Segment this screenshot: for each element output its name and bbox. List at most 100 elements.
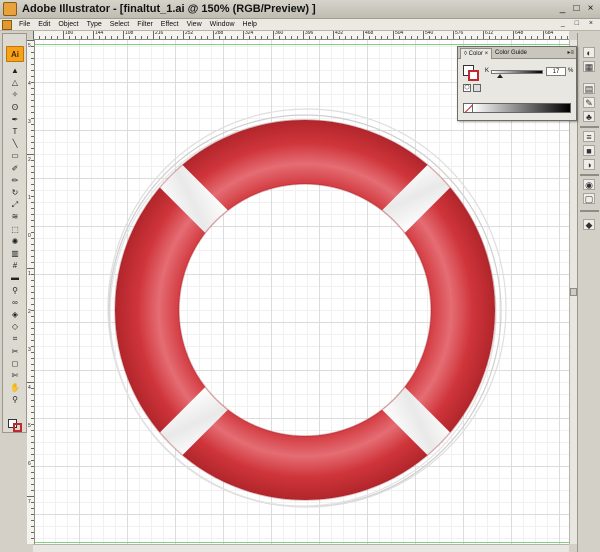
stroke-swatch[interactable] — [468, 70, 479, 81]
document-icon[interactable] — [2, 19, 12, 30]
appearance-icon[interactable]: ◉ — [583, 179, 595, 190]
lasso-tool-icon[interactable]: ʘ — [10, 103, 20, 113]
ruler-tick — [31, 70, 34, 71]
warp-tool-icon[interactable]: ≋ — [10, 212, 20, 222]
ruler-tick — [31, 352, 34, 353]
rectangle-tool-icon[interactable]: ▭ — [10, 151, 20, 161]
menu-bar: File Edit Object Type Select Filter Effe… — [0, 19, 600, 31]
ruler-label: 1 — [28, 271, 31, 277]
ruler-label: 612 — [485, 31, 494, 36]
live-paint-tool-icon[interactable]: ◈ — [10, 310, 20, 320]
ruler-tick — [195, 36, 196, 39]
ruler-label: 5 — [28, 423, 31, 429]
gradient-icon[interactable]: ■ — [583, 145, 595, 156]
ruler-tick — [459, 36, 460, 39]
ruler-tick — [447, 36, 448, 39]
ruler-tick — [531, 36, 532, 39]
ruler-label: 108 — [125, 31, 134, 36]
menu-file[interactable]: File — [15, 21, 34, 28]
color-spectrum-ramp[interactable] — [463, 103, 571, 113]
live-paint-selection-tool-icon[interactable]: ◇ — [10, 322, 20, 332]
ruler-tick — [31, 136, 34, 137]
crop-tool-icon[interactable]: ⌗ — [10, 334, 20, 344]
minimize-button[interactable]: _ — [556, 3, 569, 15]
scissors-tool-icon[interactable]: ✄ — [10, 371, 20, 381]
ruler-tick — [297, 36, 298, 39]
none-swatch[interactable] — [463, 103, 473, 113]
magic-wand-tool-icon[interactable]: ✧ — [10, 90, 20, 100]
slice-tool-icon[interactable]: ✂ — [10, 347, 20, 357]
type-tool-icon[interactable]: T — [10, 127, 20, 137]
column-graph-tool-icon[interactable]: ▥ — [10, 249, 20, 259]
ruler-tick — [417, 36, 418, 39]
blend-tool-icon[interactable]: ∞ — [10, 298, 20, 308]
free-transform-tool-icon[interactable]: ⬚ — [10, 225, 20, 235]
scale-tool-icon[interactable]: ⤢ — [10, 200, 20, 210]
ruler-tick — [87, 36, 88, 39]
ruler-tick — [201, 36, 202, 39]
line-tool-icon[interactable]: ╲ — [10, 139, 20, 149]
menu-effect[interactable]: Effect — [157, 21, 183, 28]
out-of-gamut-icon[interactable]: ⬡ — [463, 84, 471, 92]
transparency-icon[interactable]: ◑ — [583, 159, 595, 170]
menu-view[interactable]: View — [183, 21, 206, 28]
menu-select[interactable]: Select — [106, 21, 133, 28]
layers-icon[interactable]: ◆ — [583, 219, 595, 230]
menu-filter[interactable]: Filter — [133, 21, 157, 28]
ruler-tick — [31, 100, 34, 101]
ruler-tick — [31, 376, 34, 377]
web-safe-icon[interactable] — [473, 84, 481, 92]
k-value-field[interactable]: 17 — [546, 67, 566, 76]
graphic-styles-icon[interactable]: ▢ — [583, 193, 595, 204]
menu-window[interactable]: Window — [206, 21, 239, 28]
ruler-tick — [31, 184, 34, 185]
ruler-tick — [31, 190, 34, 191]
color-panel-icon[interactable]: ◐ — [583, 47, 595, 58]
color-guide-icon[interactable]: ▦ — [583, 61, 595, 72]
tab-color-guide[interactable]: Color Guide — [492, 48, 530, 59]
hand-tool-icon[interactable]: ✋ — [10, 383, 20, 393]
paintbrush-tool-icon[interactable]: ✐ — [10, 164, 20, 174]
menu-help[interactable]: Help — [239, 21, 261, 28]
ruler-tick — [471, 36, 472, 39]
ruler-tick — [39, 36, 40, 39]
tab-color[interactable]: ◊ Color × — [460, 48, 493, 59]
pencil-tool-icon[interactable]: ✏ — [10, 176, 20, 186]
ruler-tick — [255, 36, 256, 39]
k-slider-knob[interactable] — [496, 74, 503, 78]
ruler-tick — [441, 36, 442, 39]
vertical-ruler[interactable]: 5 4 3 2 1 0 1 2 3 4 5 6 7 — [27, 40, 35, 544]
horizontal-scrollbar[interactable] — [33, 544, 569, 552]
pen-tool-icon[interactable]: ✒ — [10, 115, 20, 125]
symbols-icon[interactable]: ♣ — [583, 111, 595, 122]
ruler-tick — [423, 31, 424, 39]
ruler-tick — [31, 346, 34, 347]
ruler-tick — [31, 172, 34, 173]
close-button[interactable]: × — [584, 3, 597, 15]
vertical-scroll-thumb[interactable] — [570, 288, 577, 296]
ruler-tick — [507, 36, 508, 39]
panel-menu-icon[interactable]: ▸≡ — [567, 49, 574, 56]
swatches-icon[interactable]: ▤ — [583, 83, 595, 94]
direct-selection-tool-icon[interactable]: △ — [10, 78, 20, 88]
selection-tool-icon[interactable]: ▲ — [10, 66, 20, 76]
symbol-sprayer-tool-icon[interactable]: ✺ — [10, 237, 20, 247]
eraser-tool-icon[interactable]: ◻ — [10, 359, 20, 369]
menu-edit[interactable]: Edit — [34, 21, 54, 28]
zoom-tool-icon[interactable]: ⚲ — [10, 395, 20, 405]
menu-type[interactable]: Type — [83, 21, 106, 28]
horizontal-ruler[interactable]: 180 144 108 216 252 288 324 360 396 432 468 504 540 5… — [33, 31, 569, 40]
mesh-tool-icon[interactable]: # — [10, 261, 20, 271]
document-window-controls[interactable]: _ □ × — [561, 20, 597, 27]
lifebuoy-artwork[interactable] — [95, 100, 515, 520]
ruler-tick — [237, 36, 238, 39]
maximize-button[interactable]: □ — [570, 3, 583, 15]
ruler-tick — [31, 418, 34, 419]
eyedropper-tool-icon[interactable]: ⚲ — [10, 286, 20, 296]
stroke-color-icon[interactable] — [13, 423, 22, 432]
menu-object[interactable]: Object — [54, 21, 82, 28]
rotate-tool-icon[interactable]: ↻ — [10, 188, 20, 198]
brushes-icon[interactable]: ✎ — [583, 97, 595, 108]
stroke-icon[interactable]: ≡ — [583, 131, 595, 142]
gradient-tool-icon[interactable]: ▬ — [10, 273, 20, 283]
